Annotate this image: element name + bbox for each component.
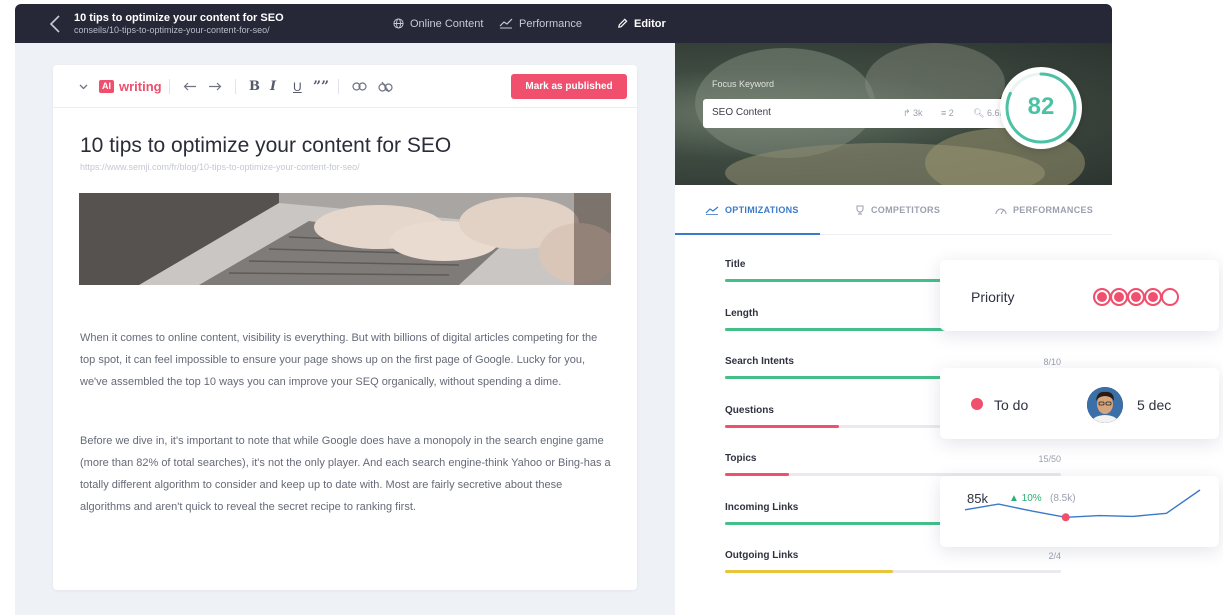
article-paragraph[interactable]: Before we dive in, it's important to not… — [80, 430, 615, 518]
criterion-label[interactable]: Questions — [725, 405, 774, 416]
keyword-stat-difficulty-value: 2 — [948, 108, 954, 118]
tab-competitors[interactable]: COMPETITORS — [855, 185, 940, 235]
priority-dot[interactable] — [1127, 288, 1145, 306]
content-score: 82 — [1000, 67, 1082, 149]
nav-editor-label: Editor — [634, 17, 666, 30]
trophy-icon — [856, 205, 864, 215]
bar-chart-icon: ≡ — [941, 108, 949, 118]
nav-performance-label: Performance — [519, 17, 582, 30]
arrow-icon: ↱ — [903, 108, 914, 118]
pencil-icon — [618, 18, 628, 28]
unlink-icon[interactable] — [378, 65, 393, 108]
priority-dot[interactable] — [1110, 288, 1128, 306]
priority-dot[interactable] — [1093, 288, 1111, 306]
sparkline-marker[interactable] — [1061, 513, 1070, 522]
nav-online-content-label: Online Content — [410, 17, 484, 30]
ai-writing-button[interactable]: AI writing — [99, 65, 162, 108]
underline-button[interactable]: U — [293, 65, 302, 108]
priority-rating[interactable] — [1093, 288, 1179, 306]
tab-optimizations-label: OPTIMIZATIONS — [725, 205, 799, 215]
nav-online-content[interactable]: Online Content — [393, 4, 483, 43]
criterion-label[interactable]: Length — [725, 308, 758, 319]
criterion-progress-fill — [725, 521, 961, 525]
status-card: To do 5 dec — [940, 368, 1219, 439]
article-url: https://www.semji.com/fr/blog/10-tips-to… — [80, 162, 360, 172]
traffic-previous: (8.5k) — [1050, 493, 1076, 504]
priority-card: Priority — [940, 260, 1219, 331]
criterion-progress-fill — [725, 473, 789, 476]
back-arrow-icon[interactable] — [49, 15, 61, 33]
bold-button[interactable]: B — [249, 65, 260, 108]
document-url: conseils/10-tips-to-optimize-your-conten… — [74, 25, 270, 35]
traffic-card: 85k ▲ 10% (8.5k) — [940, 476, 1219, 547]
article-paragraph[interactable]: When it comes to online content, visibil… — [80, 327, 615, 393]
search-icon: 🔍︎ — [973, 108, 987, 118]
criterion-label[interactable]: Incoming Links — [725, 502, 798, 513]
toolbar-divider — [235, 79, 236, 94]
traffic-sparkline — [964, 489, 1201, 522]
criterion-count: 8/10 — [1043, 357, 1061, 367]
ai-writing-label: writing — [119, 79, 162, 94]
criterion-label[interactable]: Topics — [725, 453, 756, 464]
keyword-stat-volume-value: 3k — [913, 108, 923, 118]
score-value: 82 — [1027, 93, 1055, 120]
tab-performances-label: PERFORMANCES — [1013, 205, 1094, 215]
criterion-label[interactable]: Search Intents — [725, 356, 794, 367]
focus-keyword-banner: Focus Keyword SEO Content ↱ 3k ≡ 2 🔍︎ 6.… — [675, 43, 1112, 185]
top-bar: 10 tips to optimize your content for SEO… — [15, 4, 1112, 43]
criterion-progress-track — [725, 570, 1061, 573]
toolbar-divider — [338, 79, 339, 94]
chevron-down-icon[interactable] — [79, 65, 88, 108]
trend-icon — [705, 206, 719, 215]
criterion-count: 15/50 — [1038, 454, 1061, 464]
focus-keyword-box[interactable]: SEO Content ↱ 3k ≡ 2 🔍︎ 6.6k — [703, 99, 1021, 128]
criterion-label[interactable]: Outgoing Links — [725, 550, 798, 561]
criterion-count: 2/4 — [1048, 551, 1061, 561]
criterion-label[interactable]: Title — [725, 259, 745, 270]
keyword-stat-difficulty: ≡ 2 — [941, 108, 954, 118]
panel-tabs: OPTIMIZATIONS COMPETITORS PERFORMANCES — [675, 185, 1112, 235]
document-title: 10 tips to optimize your content for SEO — [74, 12, 284, 24]
criterion-progress-fill — [725, 570, 893, 573]
keyword-stat-volume: ↱ 3k — [903, 108, 923, 119]
redo-icon[interactable] — [208, 65, 222, 108]
mark-as-published-button[interactable]: Mark as published — [511, 74, 627, 99]
nav-performance[interactable]: Performance — [499, 4, 582, 43]
avatar-face-image — [1087, 387, 1123, 423]
toolbar-divider — [169, 79, 170, 94]
status-indicator — [971, 398, 983, 410]
ai-badge: AI — [99, 80, 114, 93]
criterion-progress-fill — [725, 279, 961, 282]
traffic-delta: ▲ 10% — [1009, 493, 1042, 504]
editor-panel: AI writing B I U ”” Mark as published 10… — [53, 65, 637, 590]
criterion-progress-fill — [725, 327, 977, 331]
article-title[interactable]: 10 tips to optimize your content for SEO — [80, 134, 451, 158]
italic-button[interactable]: I — [270, 65, 276, 108]
article-hero-image — [79, 193, 611, 285]
criterion-progress-fill — [725, 424, 840, 428]
tab-performances[interactable]: PERFORMANCES — [995, 185, 1093, 235]
avatar[interactable] — [1087, 387, 1123, 423]
active-tab-indicator — [675, 233, 820, 235]
tab-competitors-label: COMPETITORS — [871, 205, 941, 215]
sparkline-series — [964, 489, 1201, 518]
due-date: 5 dec — [1137, 397, 1172, 413]
tab-optimizations[interactable]: OPTIMIZATIONS — [705, 185, 799, 235]
priority-dot[interactable] — [1144, 288, 1162, 306]
editor-toolbar: AI writing B I U ”” Mark as published — [53, 65, 637, 108]
laptop-keyboard-image — [79, 193, 611, 285]
focus-keyword-label: Focus Keyword — [712, 79, 775, 89]
priority-dot[interactable] — [1161, 288, 1179, 306]
link-icon[interactable] — [352, 65, 367, 108]
focus-keyword-value: SEO Content — [712, 107, 771, 118]
priority-label: Priority — [971, 289, 1015, 305]
quote-button[interactable]: ”” — [313, 65, 329, 108]
nav-editor[interactable]: Editor — [617, 4, 666, 43]
trend-icon — [499, 18, 513, 29]
globe-icon — [393, 18, 404, 29]
status-label[interactable]: To do — [994, 397, 1028, 413]
traffic-value: 85k — [967, 491, 988, 506]
gauge-icon — [995, 208, 1007, 214]
undo-icon[interactable] — [183, 65, 197, 108]
